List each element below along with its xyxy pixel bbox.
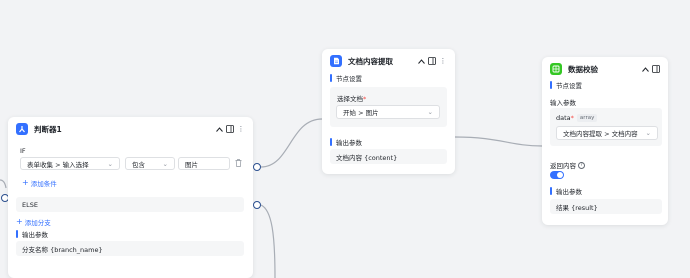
chevron-down-icon: ⌄: [107, 159, 113, 168]
node-panel-icon[interactable]: [226, 125, 234, 133]
collapse-icon[interactable]: [417, 57, 425, 65]
judge-output-param: 分支名称 {branch_name}: [16, 241, 244, 256]
check-settings-label: 节点设置: [556, 82, 582, 90]
condition-value-text: 图片: [185, 160, 198, 169]
condition-operator-value: 包含: [132, 160, 145, 169]
doc-output-param: 文档内容 {content}: [330, 149, 447, 164]
return-content-label: 返回内容 ?: [550, 160, 585, 170]
input-params-label: 输入参数: [550, 99, 576, 107]
delete-condition-icon[interactable]: [234, 159, 242, 167]
check-output-value: 结果 {result}: [556, 203, 598, 212]
judge-node-header[interactable]: 判断器1 ⋮: [8, 117, 253, 141]
check-node-header[interactable]: 数据校验: [542, 57, 668, 81]
judge-output-section: 输出参数: [16, 229, 48, 239]
doc-output-section-label: 输出参数: [336, 139, 362, 147]
data-check-node[interactable]: 数据校验 节点设置 输入参数 data * array 文档内容提取 > 文档内容…: [542, 57, 668, 225]
check-output-section: 输出参数: [550, 186, 582, 196]
select-document-value: 开始 > 图片: [343, 109, 379, 117]
collapse-icon[interactable]: [641, 65, 649, 73]
doc-output-value: 文档内容 {content}: [336, 153, 398, 162]
param-name-label: data * array: [556, 114, 598, 122]
check-output-section-label: 输出参数: [556, 188, 582, 196]
add-branch-label: 添加分支: [24, 219, 51, 227]
chevron-down-icon: ⌄: [427, 108, 433, 116]
chevron-down-icon: ⌄: [645, 129, 651, 137]
condition-value-input[interactable]: 图片: [178, 157, 230, 170]
judge-else-output-port[interactable]: [253, 201, 261, 209]
node-panel-icon[interactable]: [652, 65, 660, 73]
judge-node[interactable]: 判断器1 ⋮ IF 表单收集 > 输入选择 ⌄ 包含 ⌄ 图片 + 添加条件 E…: [8, 117, 253, 278]
doc-node-header[interactable]: 文档内容提取 ⋮: [322, 49, 455, 73]
data-check-icon: [550, 63, 562, 75]
wire-doc-to-check: [454, 136, 543, 147]
condition-operator-select[interactable]: 包含 ⌄: [125, 157, 175, 170]
document-icon: [330, 55, 342, 67]
param-type-badge: array: [576, 114, 598, 122]
branch-icon: [16, 123, 28, 135]
judge-output-value: 分支名称 {branch_name}: [22, 245, 103, 254]
doc-settings-label: 节点设置: [336, 75, 362, 83]
add-condition-label: 添加条件: [30, 180, 57, 188]
add-branch-link[interactable]: + 添加分支: [16, 217, 51, 228]
else-branch: ELSE: [16, 197, 244, 212]
doc-extract-node[interactable]: 文档内容提取 ⋮ 节点设置 选择文档* 开始 > 图片 ⌄ 输出参数 文档内容 …: [322, 49, 455, 174]
wire-judge-else-down: [260, 204, 276, 278]
judge-output-section-label: 输出参数: [22, 231, 48, 239]
if-label: IF: [20, 147, 26, 155]
node-panel-icon[interactable]: [428, 57, 436, 65]
select-document-dropdown[interactable]: 开始 > 图片 ⌄: [336, 105, 440, 119]
more-options-icon[interactable]: ⋮: [237, 125, 245, 133]
wire-left-edge: [0, 179, 7, 189]
plus-icon: +: [16, 217, 23, 226]
else-label: ELSE: [22, 200, 38, 209]
select-document-label: 选择文档*: [337, 95, 367, 103]
plus-icon: +: [22, 178, 29, 187]
more-options-icon[interactable]: ⋮: [439, 57, 447, 65]
wire-judge-if-to-doc: [260, 118, 323, 168]
chevron-down-icon: ⌄: [162, 159, 168, 168]
doc-output-section: 输出参数: [330, 137, 362, 147]
collapse-icon[interactable]: [215, 125, 223, 133]
workflow-canvas[interactable]: 判断器1 ⋮ IF 表单收集 > 输入选择 ⌄ 包含 ⌄ 图片 + 添加条件 E…: [0, 0, 690, 278]
param-value-select[interactable]: 文档内容提取 > 文档内容 ⌄: [556, 126, 658, 140]
return-content-toggle[interactable]: [550, 171, 564, 179]
condition-field-select[interactable]: 表单收集 > 输入选择 ⌄: [20, 157, 120, 170]
doc-node-title: 文档内容提取: [348, 56, 393, 66]
add-condition-link[interactable]: + 添加条件: [22, 178, 57, 189]
condition-field-value: 表单收集 > 输入选择: [27, 160, 89, 169]
doc-settings-section: 节点设置: [330, 73, 362, 83]
judge-node-title: 判断器1: [34, 124, 62, 134]
check-node-title: 数据校验: [568, 64, 598, 74]
param-value-text: 文档内容提取 > 文档内容: [563, 130, 638, 138]
help-icon: ?: [578, 161, 585, 169]
judge-if-output-port[interactable]: [253, 163, 261, 171]
check-settings-section: 节点设置: [550, 80, 582, 90]
check-output-param: 结果 {result}: [550, 199, 662, 214]
